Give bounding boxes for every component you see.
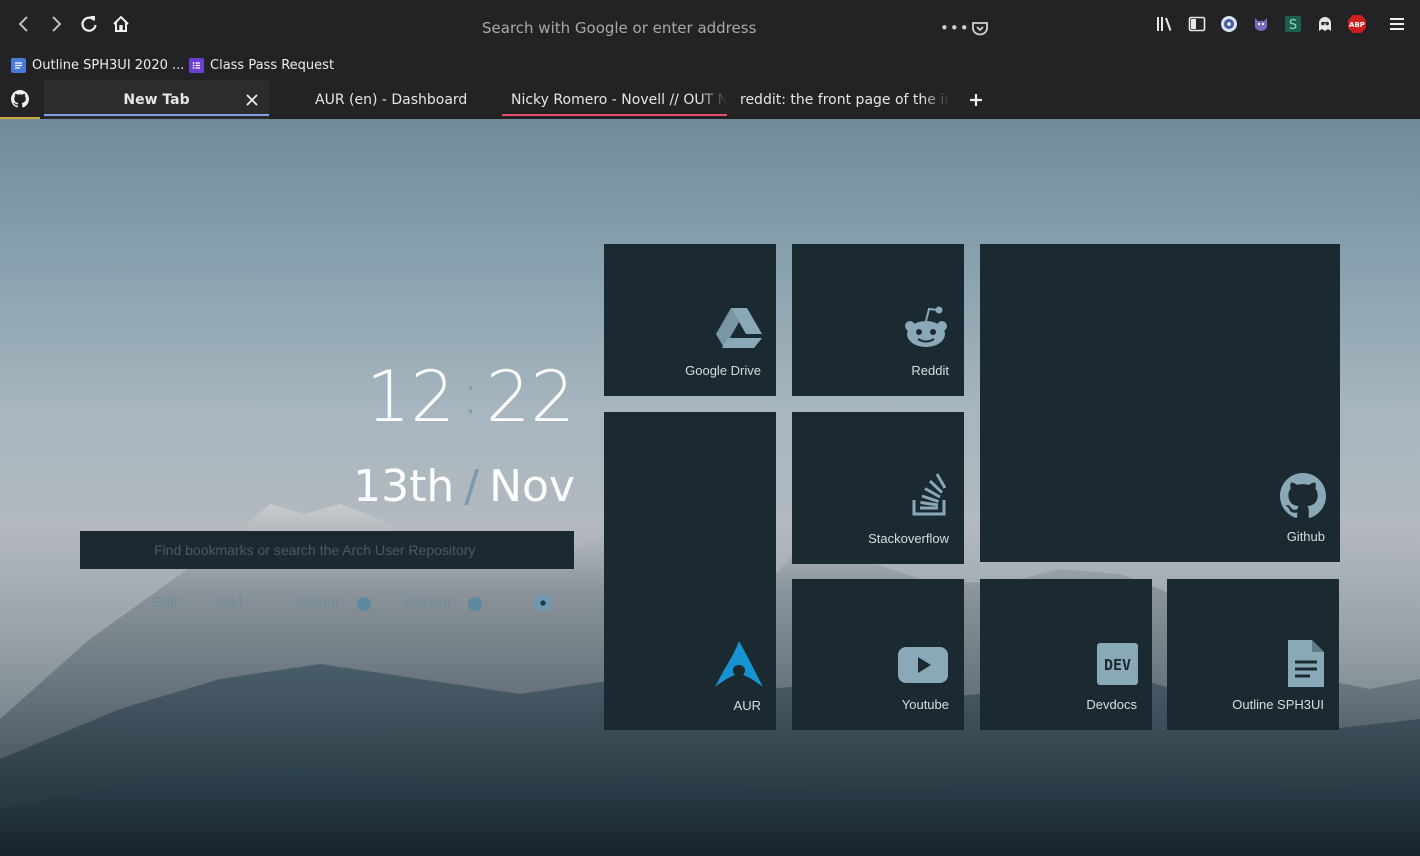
add-button[interactable]: Add xyxy=(216,594,243,611)
hamburger-menu-icon xyxy=(1390,18,1404,30)
google-docs-icon xyxy=(11,57,26,73)
back-arrow-icon xyxy=(18,16,28,32)
tile-label: Github xyxy=(1286,529,1325,544)
tab-new-tab[interactable]: New Tab xyxy=(44,80,269,119)
arch-linux-icon xyxy=(715,641,763,687)
bookmark-outline-sph3ui[interactable]: Outline SPH3UI 2020 ... xyxy=(11,54,184,76)
pocket-icon[interactable] xyxy=(970,18,990,38)
tab-strip: New Tab AUR (en) - Dashboard Nicky Romer… xyxy=(0,80,1420,119)
tile-label: AUR xyxy=(733,698,761,713)
new-tab-page: 12:22 13th/Nov Edit Add Colour Accent Go… xyxy=(0,119,1420,856)
clock-separator: : xyxy=(461,362,480,427)
date-month: Nov xyxy=(489,461,575,512)
tab-playing-indicator xyxy=(502,114,727,116)
svg-text:S: S xyxy=(1289,18,1297,33)
reddit-icon xyxy=(905,306,947,347)
tile-google-drive[interactable]: Google Drive xyxy=(604,244,776,396)
tile-label: Google Drive xyxy=(685,363,761,378)
clock-hours: 12 xyxy=(365,356,456,438)
tab-aur-dashboard[interactable]: AUR (en) - Dashboard xyxy=(315,80,495,119)
url-placeholder: Search with Google or enter address xyxy=(482,19,757,37)
document-icon xyxy=(1288,640,1324,687)
home-icon xyxy=(113,15,129,32)
menu-button[interactable] xyxy=(1387,14,1407,34)
tile-youtube[interactable]: Youtube xyxy=(792,579,964,730)
tile-label: Devdocs xyxy=(1086,697,1137,712)
date-day: 13th xyxy=(353,461,455,512)
close-icon[interactable] xyxy=(246,94,258,106)
tab-nicky-romero[interactable]: Nicky Romero - Novell // OUT N xyxy=(502,80,727,119)
reload-icon xyxy=(81,16,97,32)
forward-arrow-icon xyxy=(52,16,62,32)
extension-globe-icon[interactable] xyxy=(1219,14,1239,34)
bookmarks-toolbar: Outline SPH3UI 2020 ... Class Pass Reque… xyxy=(0,52,1420,78)
accent-button[interactable]: Accent xyxy=(405,594,451,611)
bookmark-label: Outline SPH3UI 2020 ... xyxy=(32,57,185,73)
reload-button[interactable] xyxy=(75,10,103,38)
tab-title: AUR (en) - Dashboard xyxy=(315,91,468,108)
search-input[interactable] xyxy=(80,531,574,569)
forward-button[interactable] xyxy=(42,10,70,38)
tab-title: Nicky Romero - Novell // OUT N xyxy=(511,91,727,108)
bookmark-label: Class Pass Request xyxy=(210,57,335,73)
navigation-toolbar: Search with Google or enter address ••• … xyxy=(0,0,1420,52)
browser-chrome: Search with Google or enter address ••• … xyxy=(0,0,1420,119)
bookmark-class-pass-request[interactable]: Class Pass Request xyxy=(189,54,334,76)
tab-active-indicator xyxy=(44,114,269,116)
tile-stackoverflow[interactable]: Stackoverflow xyxy=(792,412,964,564)
tile-reddit[interactable]: Reddit xyxy=(792,244,964,396)
github-icon xyxy=(1280,473,1326,518)
settings-controls: Edit Add Colour Accent xyxy=(0,589,600,617)
extension-s-icon[interactable]: S xyxy=(1283,14,1303,34)
home-button[interactable] xyxy=(107,10,135,38)
google-forms-icon xyxy=(189,57,204,73)
svg-text:DEV: DEV xyxy=(1104,656,1131,674)
back-button[interactable] xyxy=(10,10,38,38)
clock: 12:22 xyxy=(355,355,575,438)
tile-outline[interactable]: Outline SPH3UI xyxy=(1167,579,1339,730)
library-icon[interactable] xyxy=(1155,14,1175,34)
adblock-label: ABP xyxy=(1349,21,1365,29)
extension-ghost-icon[interactable] xyxy=(1315,14,1335,34)
tab-fade xyxy=(922,80,950,119)
new-tab-button[interactable] xyxy=(966,80,986,119)
colour-button[interactable]: Colour xyxy=(296,594,340,611)
tile-label: Reddit xyxy=(911,363,949,378)
plus-icon xyxy=(970,93,982,106)
tab-reddit[interactable]: reddit: the front page of the inte xyxy=(740,80,950,119)
pinned-tab-github[interactable] xyxy=(0,80,40,119)
tile-label: Outline SPH3UI xyxy=(1232,697,1324,712)
clock-minutes: 22 xyxy=(485,356,575,438)
extension-octocat-icon[interactable] xyxy=(1251,14,1271,34)
edit-button[interactable]: Edit xyxy=(152,594,178,611)
colour-swatch[interactable] xyxy=(357,597,371,611)
tile-aur[interactable]: AUR xyxy=(604,412,776,730)
accent-swatch[interactable] xyxy=(468,597,482,611)
tab-title: New Tab xyxy=(123,91,190,108)
sidebar-icon[interactable] xyxy=(1187,14,1207,34)
page-actions-button[interactable]: ••• xyxy=(940,19,970,37)
dev-icon: DEV xyxy=(1097,643,1138,685)
url-bar[interactable]: Search with Google or enter address ••• xyxy=(300,12,1000,44)
adblock-plus-icon[interactable]: ABP xyxy=(1347,14,1367,34)
gear-icon[interactable] xyxy=(533,593,553,613)
tile-github[interactable]: Github xyxy=(980,244,1340,562)
stackoverflow-icon xyxy=(912,473,947,516)
tile-label: Stackoverflow xyxy=(868,531,949,546)
tile-label: Youtube xyxy=(901,697,949,712)
google-drive-icon xyxy=(716,308,762,348)
tab-title: reddit: the front page of the inte xyxy=(740,91,950,108)
youtube-icon xyxy=(898,647,948,683)
tile-devdocs[interactable]: DEV Devdocs xyxy=(980,579,1152,730)
date-separator: / xyxy=(464,461,480,512)
date-display: 13th / Nov xyxy=(340,457,575,517)
github-icon xyxy=(11,89,29,108)
